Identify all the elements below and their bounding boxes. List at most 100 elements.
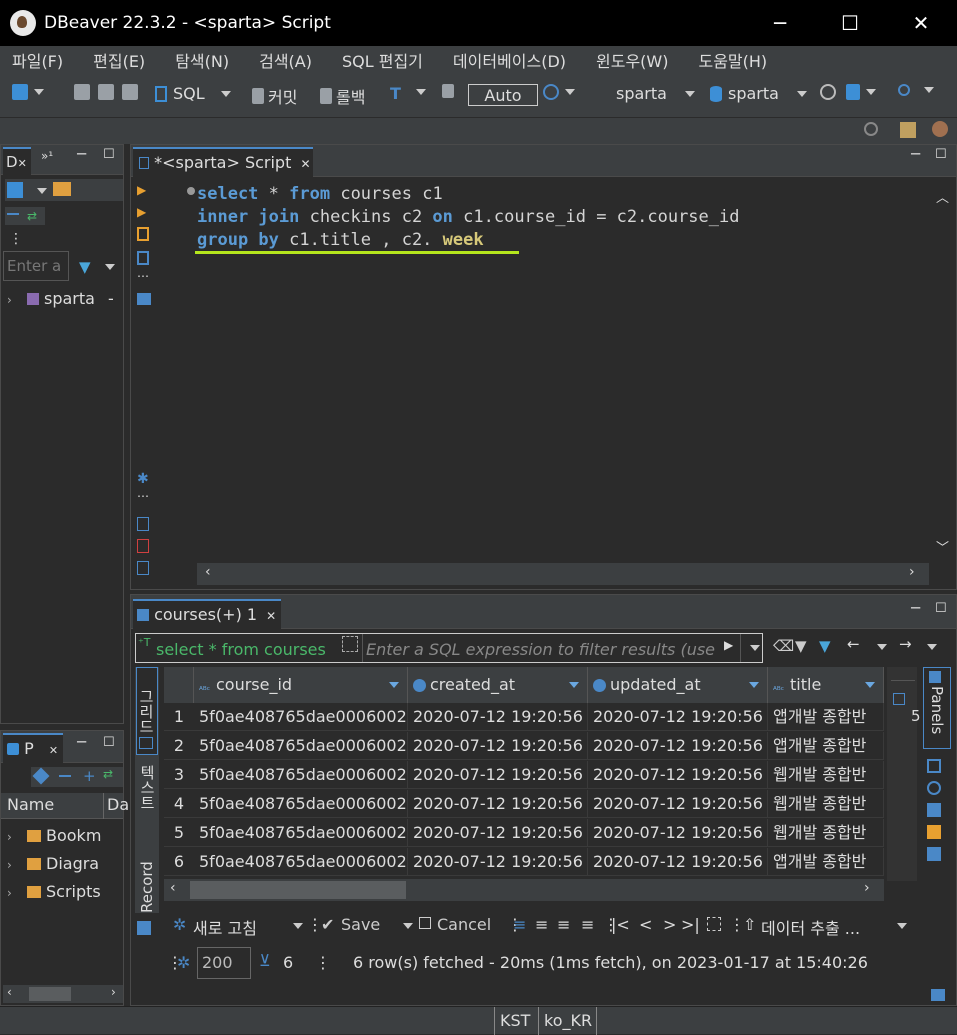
invalidate-button[interactable] <box>122 84 138 100</box>
back-arrow-icon[interactable]: ← <box>847 635 860 653</box>
table-cell-created-at[interactable]: 2020-07-12 19:20:56 <box>408 819 588 847</box>
table-cell-updated-at[interactable]: 2020-07-12 19:20:56 <box>588 732 768 760</box>
row-number[interactable]: 2 <box>164 732 194 760</box>
copy-row-icon[interactable]: ≡ <box>535 915 548 934</box>
references-icon[interactable] <box>927 847 941 861</box>
prev-page-icon[interactable]: < <box>639 915 652 934</box>
project-config-icon[interactable] <box>32 767 50 785</box>
delete-row-icon[interactable]: ≡ <box>557 915 570 934</box>
value-viewer-icon[interactable] <box>927 759 941 773</box>
avatar[interactable] <box>932 121 948 137</box>
close-results-tab-icon[interactable]: ✕ <box>266 609 276 623</box>
editor-tab-script[interactable]: *<sparta> Script ✕ <box>133 147 313 177</box>
menu-file[interactable]: 파일(F) <box>12 48 63 72</box>
next-page-icon[interactable]: > <box>663 915 676 934</box>
menu-help[interactable]: 도움말(H) <box>698 48 767 72</box>
table-cell-updated-at[interactable]: 2020-07-12 19:20:56 <box>588 848 768 876</box>
execute-new-tab-icon[interactable]: ▶ <box>137 205 146 219</box>
navigator-tab[interactable]: D✕ <box>3 147 31 175</box>
navigator-filter-input[interactable]: Enter a <box>3 251 69 281</box>
close-tab-icon[interactable]: ✕ <box>300 157 310 171</box>
commit-button[interactable]: 커밋 <box>252 84 297 108</box>
menu-navigate[interactable]: 탐색(N) <box>175 48 229 72</box>
projects-tab[interactable]: P ✕ <box>3 733 63 763</box>
code-line[interactable]: inner join checkins c2 on c1.course_id =… <box>197 206 927 229</box>
table-cell-updated-at[interactable]: 2020-07-12 19:20:56 <box>588 761 768 789</box>
row-number[interactable]: 5 <box>164 819 194 847</box>
results-filter-box[interactable]: ⁺T select * from courses Enter a SQL exp… <box>135 633 763 663</box>
folder-icon[interactable] <box>53 182 71 196</box>
scroll-left-icon[interactable]: ‹ <box>170 880 176 896</box>
metadata-icon[interactable] <box>927 781 941 795</box>
table-cell-title[interactable]: 웹개발 종합반 <box>768 761 884 789</box>
horizontal-scrollbar[interactable]: ‹ › <box>3 985 123 1003</box>
fetch-all-icon[interactable] <box>707 917 721 931</box>
filter-history-icon[interactable]: ⁺T <box>138 636 151 649</box>
menu-window[interactable]: 윈도우(W) <box>596 48 668 72</box>
apply-filter-icon[interactable]: ▶ <box>724 638 733 652</box>
sql-editor-button[interactable]: SQL <box>155 84 231 103</box>
grid-vertical-scrollbar[interactable] <box>887 667 917 881</box>
datasource-selector[interactable]: sparta <box>600 84 695 103</box>
import-file-icon[interactable] <box>137 539 149 553</box>
transaction-mode-button[interactable]: T <box>390 84 426 103</box>
table-cell-created-at[interactable]: 2020-07-12 19:20:56 <box>408 848 588 876</box>
scroll-down-icon[interactable]: ﹀ <box>936 537 949 556</box>
schema-selector[interactable]: sparta <box>710 84 807 103</box>
minimize-editor-icon[interactable]: ─ <box>911 145 920 163</box>
row-number[interactable]: 1 <box>164 703 194 731</box>
minimize-button[interactable]: ─ <box>756 0 804 46</box>
link-icon[interactable]: ⇄ <box>103 767 113 781</box>
last-page-icon[interactable]: >| <box>681 915 700 934</box>
explain-plan-icon[interactable] <box>137 251 149 265</box>
table-cell-updated-at[interactable]: 2020-07-12 19:20:56 <box>588 703 768 731</box>
grid-horizontal-scrollbar[interactable]: ‹ › <box>164 879 884 901</box>
record-mode-icon[interactable] <box>137 921 151 935</box>
filter-icon[interactable]: ▼ <box>819 637 831 655</box>
code-line[interactable]: group by c1.title , c2. week <box>197 229 927 252</box>
editor-horizontal-scrollbar[interactable]: ‹ › <box>197 563 929 585</box>
minimize-results-icon[interactable]: ─ <box>911 599 920 617</box>
maximize-view-icon[interactable]: ☐ <box>103 735 115 750</box>
fetch-size-input[interactable]: 200 <box>197 947 251 979</box>
expand-chevron-icon[interactable]: › <box>7 293 12 307</box>
rollback-button[interactable]: 롤백 <box>320 84 365 108</box>
table-cell-created-at[interactable]: 2020-07-12 19:20:56 <box>408 703 588 731</box>
maximize-editor-icon[interactable]: ☐ <box>935 147 947 162</box>
more-icon[interactable]: ⋮ <box>9 231 23 247</box>
row-number[interactable]: 3 <box>164 761 194 789</box>
table-cell-title[interactable]: 앱개발 종합반 <box>768 848 884 876</box>
expand-filter-icon[interactable] <box>342 636 358 652</box>
table-cell-title[interactable]: 웹개발 종합반 <box>768 819 884 847</box>
link-editor-icon[interactable]: ⇄ <box>27 209 37 223</box>
more-tabs-icon[interactable]: »¹ <box>41 149 53 163</box>
table-cell-title[interactable]: 앱개발 종합반 <box>768 732 884 760</box>
calc-icon[interactable] <box>927 803 941 817</box>
auto-commit-mode[interactable]: Auto <box>468 84 538 106</box>
dashboard-button[interactable] <box>820 84 836 100</box>
new-connection-button[interactable] <box>12 84 44 100</box>
project-item-diagrams[interactable]: › Diagra <box>7 851 123 877</box>
table-cell-course-id[interactable]: 5f0ae408765dae0006002816 <box>194 732 408 760</box>
record-view-tab[interactable]: Record <box>136 835 158 913</box>
open-perspective-icon[interactable] <box>900 122 916 138</box>
collapse-all-icon[interactable] <box>7 213 19 215</box>
table-cell-course-id[interactable]: 5f0ae408765dae0006002817 <box>194 790 408 818</box>
column-da-header[interactable]: Da <box>107 795 129 814</box>
maximize-button[interactable]: ☐ <box>826 0 874 46</box>
scroll-right-icon[interactable]: › <box>864 880 870 896</box>
table-cell-course-id[interactable]: 5f0ae408765dae0006002816 <box>194 703 408 731</box>
results-tab[interactable]: courses(+) 1 ✕ <box>133 599 281 629</box>
minimize-view-icon[interactable]: ─ <box>77 733 86 751</box>
erd-button[interactable] <box>846 84 876 100</box>
table-cell-created-at[interactable]: 2020-07-12 19:20:56 <box>408 761 588 789</box>
refresh-icon[interactable]: ✲ <box>173 915 186 934</box>
table-cell-course-id[interactable]: 5f0ae408765dae0006002817 <box>194 819 408 847</box>
search-icon[interactable] <box>864 122 878 136</box>
fetch-next-icon[interactable]: ⊻ <box>259 951 271 970</box>
new-file-icon[interactable] <box>137 561 149 575</box>
row-number[interactable]: 6 <box>164 848 194 876</box>
scrollbar-thumb[interactable] <box>190 881 406 899</box>
project-item-scripts[interactable]: › Scripts <box>7 879 123 905</box>
disconnect-button[interactable] <box>98 84 114 100</box>
